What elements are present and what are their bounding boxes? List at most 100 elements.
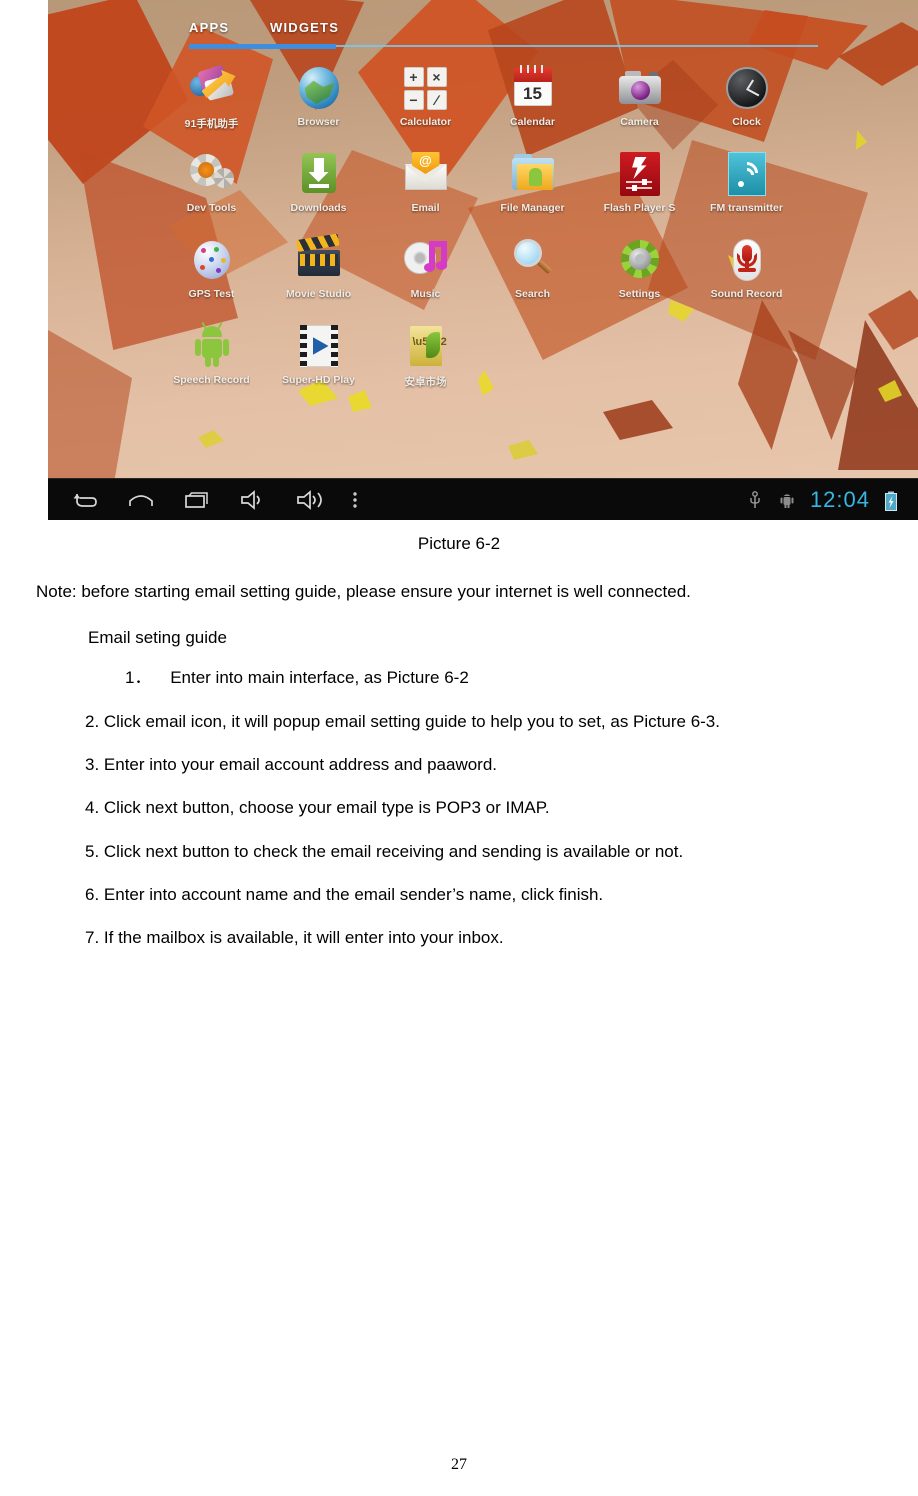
step-item: 3. Enter into your email account address…: [85, 755, 498, 775]
step-number: 1．: [125, 668, 152, 688]
app-item-browser[interactable]: Browser: [265, 62, 372, 148]
app-item-calculator[interactable]: + × − ∕ Calculator: [372, 62, 479, 148]
app-label: Downloads: [290, 202, 347, 214]
volume-down-icon[interactable]: [238, 488, 268, 512]
movie-studio-clapper-icon: [295, 233, 343, 284]
assistant-91-icon: [188, 64, 236, 112]
figure-caption: Picture 6-2: [417, 534, 501, 553]
step-item: 5. Click next button to check the email …: [85, 841, 684, 861]
status-icon-group: 12:04: [746, 487, 918, 513]
system-navigation-bar: 12:04: [48, 478, 918, 520]
app-label: Flash Player S: [603, 202, 676, 214]
tab-active-indicator: [189, 44, 336, 49]
speech-recorder-android-icon: [188, 321, 236, 370]
app-label: Settings: [618, 288, 661, 300]
tab-apps[interactable]: APPS: [189, 20, 229, 35]
app-item-movie-studio[interactable]: Movie Studio: [265, 233, 372, 320]
app-label: Browser: [297, 116, 340, 128]
page-number: 27: [451, 1456, 467, 1473]
app-label: FM transmitter: [710, 202, 783, 214]
app-item-speech-recorder[interactable]: Speech Record: [158, 320, 265, 406]
app-item-clock[interactable]: Clock: [693, 62, 800, 148]
step-item: 7. If the mailbox is available, it will …: [85, 928, 504, 948]
music-cd-note-icon: [402, 236, 450, 284]
app-item-search[interactable]: Search: [479, 234, 586, 320]
volume-up-icon[interactable]: [294, 488, 324, 512]
recent-apps-icon[interactable]: [182, 488, 212, 512]
tablet-screenshot: APPS WIDGETS 91手机助手 Browser + × − ∕ Calc…: [48, 0, 918, 520]
android-market-icon: \u5e02: [402, 322, 450, 370]
email-at-glyph: @: [419, 153, 432, 168]
app-label: File Manager: [500, 202, 565, 214]
email-envelope-icon: @: [402, 150, 450, 198]
step-item: 2. Click email icon, it will popup email…: [85, 711, 720, 731]
note-paragraph-wrap: Note: before starting email setting guid…: [0, 579, 918, 605]
tab-widgets[interactable]: WIDGETS: [270, 20, 339, 35]
app-item-music[interactable]: Music: [372, 234, 479, 320]
app-item-calendar[interactable]: 15 Calendar: [479, 62, 586, 148]
app-item-91-assistant[interactable]: 91手机助手: [158, 62, 265, 148]
search-magnifier-icon: [509, 236, 557, 284]
app-label: Calendar: [510, 116, 555, 128]
calculator-icon: + × − ∕: [402, 64, 450, 112]
launcher-tabbar: APPS WIDGETS: [48, 0, 918, 58]
app-label: 安卓市场: [404, 376, 447, 388]
app-label: Music: [410, 288, 441, 300]
app-label: 91手机助手: [184, 118, 239, 130]
app-item-settings[interactable]: Settings: [586, 234, 693, 320]
camera-icon: [616, 64, 664, 112]
calendar-day: 15: [523, 84, 542, 103]
super-hd-player-film-icon: [295, 322, 343, 370]
app-item-file-manager[interactable]: File Manager: [479, 148, 586, 234]
app-item-super-hd-player[interactable]: Super-HD Play: [265, 320, 372, 406]
step-item: 1． Enter into main interface, as Picture…: [0, 665, 918, 691]
app-item-flash-player-settings[interactable]: Flash Player S: [586, 148, 693, 234]
app-item-email[interactable]: @ Email: [372, 148, 479, 234]
browser-globe-icon: [295, 64, 343, 112]
step-item: 4. Click next button, choose your email …: [85, 798, 550, 818]
calc-key-plus: +: [403, 67, 424, 87]
app-label: Dev Tools: [186, 202, 237, 214]
app-label: Movie Studio: [285, 288, 352, 300]
app-label: Camera: [620, 116, 659, 128]
app-label: GPS Test: [188, 288, 235, 300]
downloads-arrow-icon: [295, 150, 343, 198]
flash-player-settings-icon: [616, 150, 664, 198]
android-debug-icon[interactable]: [778, 490, 796, 510]
back-icon[interactable]: [70, 488, 100, 512]
sound-recorder-mic-icon: [723, 236, 771, 284]
app-item-fm-transmitter[interactable]: FM transmitter: [693, 148, 800, 234]
step-text: Enter into main interface, as Picture 6-…: [170, 668, 469, 688]
fm-transmitter-icon: [723, 150, 771, 198]
app-item-dev-tools[interactable]: Dev Tools: [158, 148, 265, 234]
gps-test-icon: [188, 236, 236, 284]
app-grid-row: GPS Test Movie Studio Music Search Setti…: [158, 233, 818, 320]
clock-icon: [723, 64, 771, 112]
battery-charging-icon[interactable]: [884, 490, 902, 511]
usb-icon[interactable]: [746, 490, 764, 510]
app-item-sound-recorder[interactable]: Sound Record: [693, 234, 800, 320]
app-label: Speech Record: [173, 374, 250, 386]
app-label: Clock: [732, 116, 761, 128]
app-item-downloads[interactable]: Downloads: [265, 148, 372, 234]
app-label: Email: [411, 202, 440, 214]
status-clock: 12:04: [809, 486, 870, 512]
app-grid-row: Speech Record Super-HD Play \u5e02 安卓市场: [158, 320, 818, 406]
settings-gear-icon: [616, 236, 664, 284]
home-icon[interactable]: [126, 488, 156, 512]
app-item-camera[interactable]: Camera: [586, 62, 693, 148]
app-item-gps-test[interactable]: GPS Test: [158, 234, 265, 320]
app-label: Sound Record: [710, 288, 783, 300]
app-label: Search: [514, 288, 551, 300]
steps-list: 1． Enter into main interface, as Picture…: [0, 665, 918, 951]
calc-key-times: ×: [426, 67, 447, 87]
file-manager-folder-icon: [509, 150, 557, 198]
app-grid-row: Dev Tools Downloads @ Email File Manager…: [158, 148, 818, 234]
calc-key-divide: ∕: [426, 90, 447, 110]
nav-button-group: [48, 488, 380, 512]
guide-heading: Email seting guide: [88, 628, 227, 648]
menu-overflow-icon[interactable]: [350, 488, 380, 512]
calc-key-minus: −: [403, 90, 424, 110]
step-item: 6. Enter into account name and the email…: [85, 885, 604, 905]
app-item-android-market[interactable]: \u5e02 安卓市场: [372, 320, 479, 406]
